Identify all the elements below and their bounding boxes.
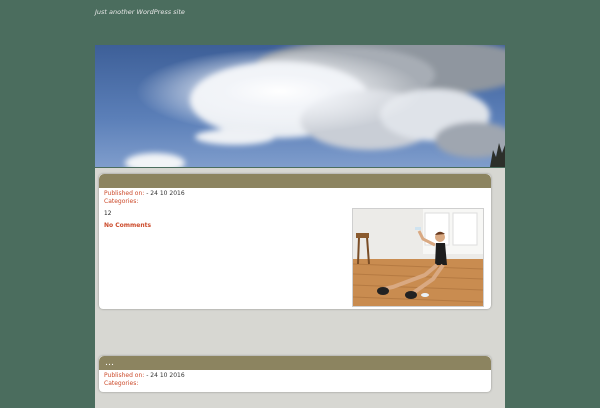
post-date: - 24 10 2016 <box>146 372 185 379</box>
content-area: Published on: - 24 10 2016 Categories: 1… <box>95 168 505 408</box>
published-label: Published on: <box>104 190 145 197</box>
post-meta: Published on: - 24 10 2016 Categories: <box>99 188 491 206</box>
post-meta: Published on: - 24 10 2016 Categories: <box>99 370 491 388</box>
site-tagline: Just another WordPress site <box>95 8 185 16</box>
post-body: 12 <box>99 206 491 307</box>
post-title[interactable] <box>99 174 491 188</box>
post-title[interactable]: … <box>99 356 491 370</box>
header-banner-image <box>95 45 505 167</box>
published-label: Published on: <box>104 372 145 379</box>
post-1: Published on: - 24 10 2016 Categories: 1… <box>99 174 491 309</box>
post-2: … Published on: - 24 10 2016 Categories: <box>99 356 491 392</box>
post-date: - 24 10 2016 <box>146 190 185 197</box>
post-body <box>99 388 491 390</box>
sky-clouds-image <box>95 45 505 167</box>
site-header: Just another WordPress site <box>95 8 515 16</box>
categories-label: Categories: <box>104 198 139 205</box>
woman-drinking-water-image <box>352 209 484 306</box>
categories-label: Categories: <box>104 380 139 387</box>
featured-image <box>352 208 484 307</box>
